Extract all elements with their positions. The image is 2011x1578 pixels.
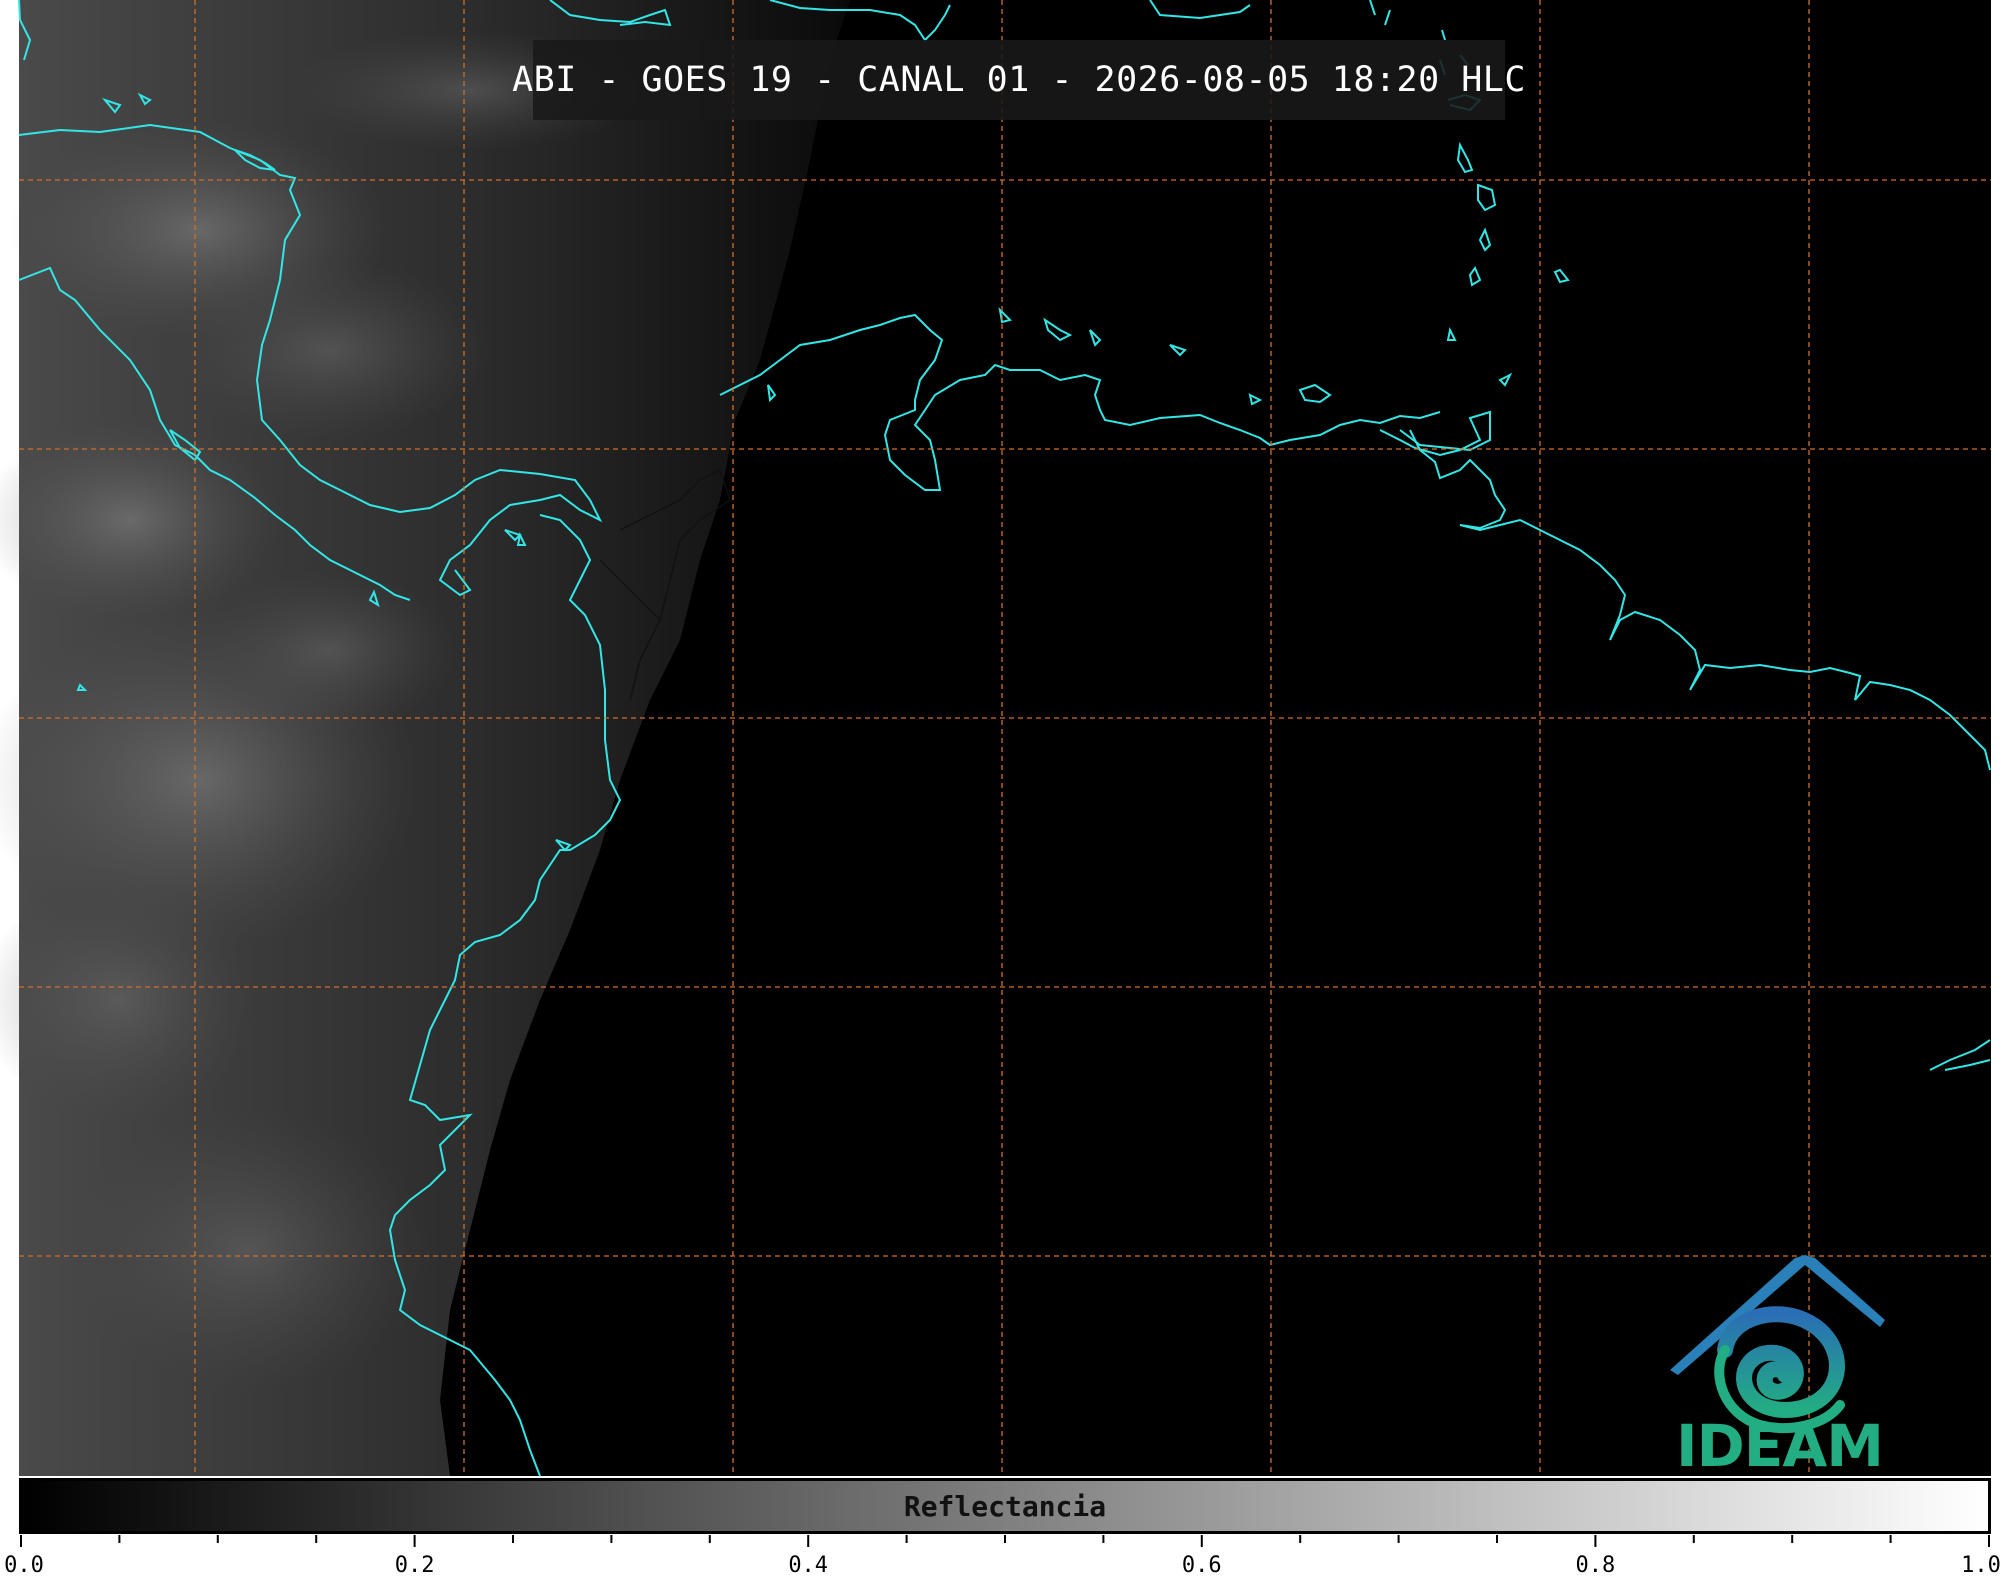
title-banner: ABI - GOES 19 - CANAL 01 - 2026-08-05 18… [512,40,1525,120]
colorbar-tick-label: 0.8 [1575,1553,1616,1578]
colorbar-tick-label: 0.4 [788,1553,829,1578]
colorbar-label: Reflectancia [903,1490,1107,1523]
colorbar-ticks [20,1535,1990,1547]
map-title: ABI - GOES 19 - CANAL 01 - 2026-08-05 18… [512,60,1526,100]
colorbar-tick-label: 0.6 [1181,1553,1222,1578]
colorbar-tick-label: 0.0 [4,1553,44,1578]
colorbar-tick-label: 0.2 [394,1553,435,1578]
satellite-map [0,0,1991,1547]
colorbar-tick-label: 1.0 [1961,1553,2001,1578]
ideam-logo-text: IDEAM [1676,1412,1884,1480]
